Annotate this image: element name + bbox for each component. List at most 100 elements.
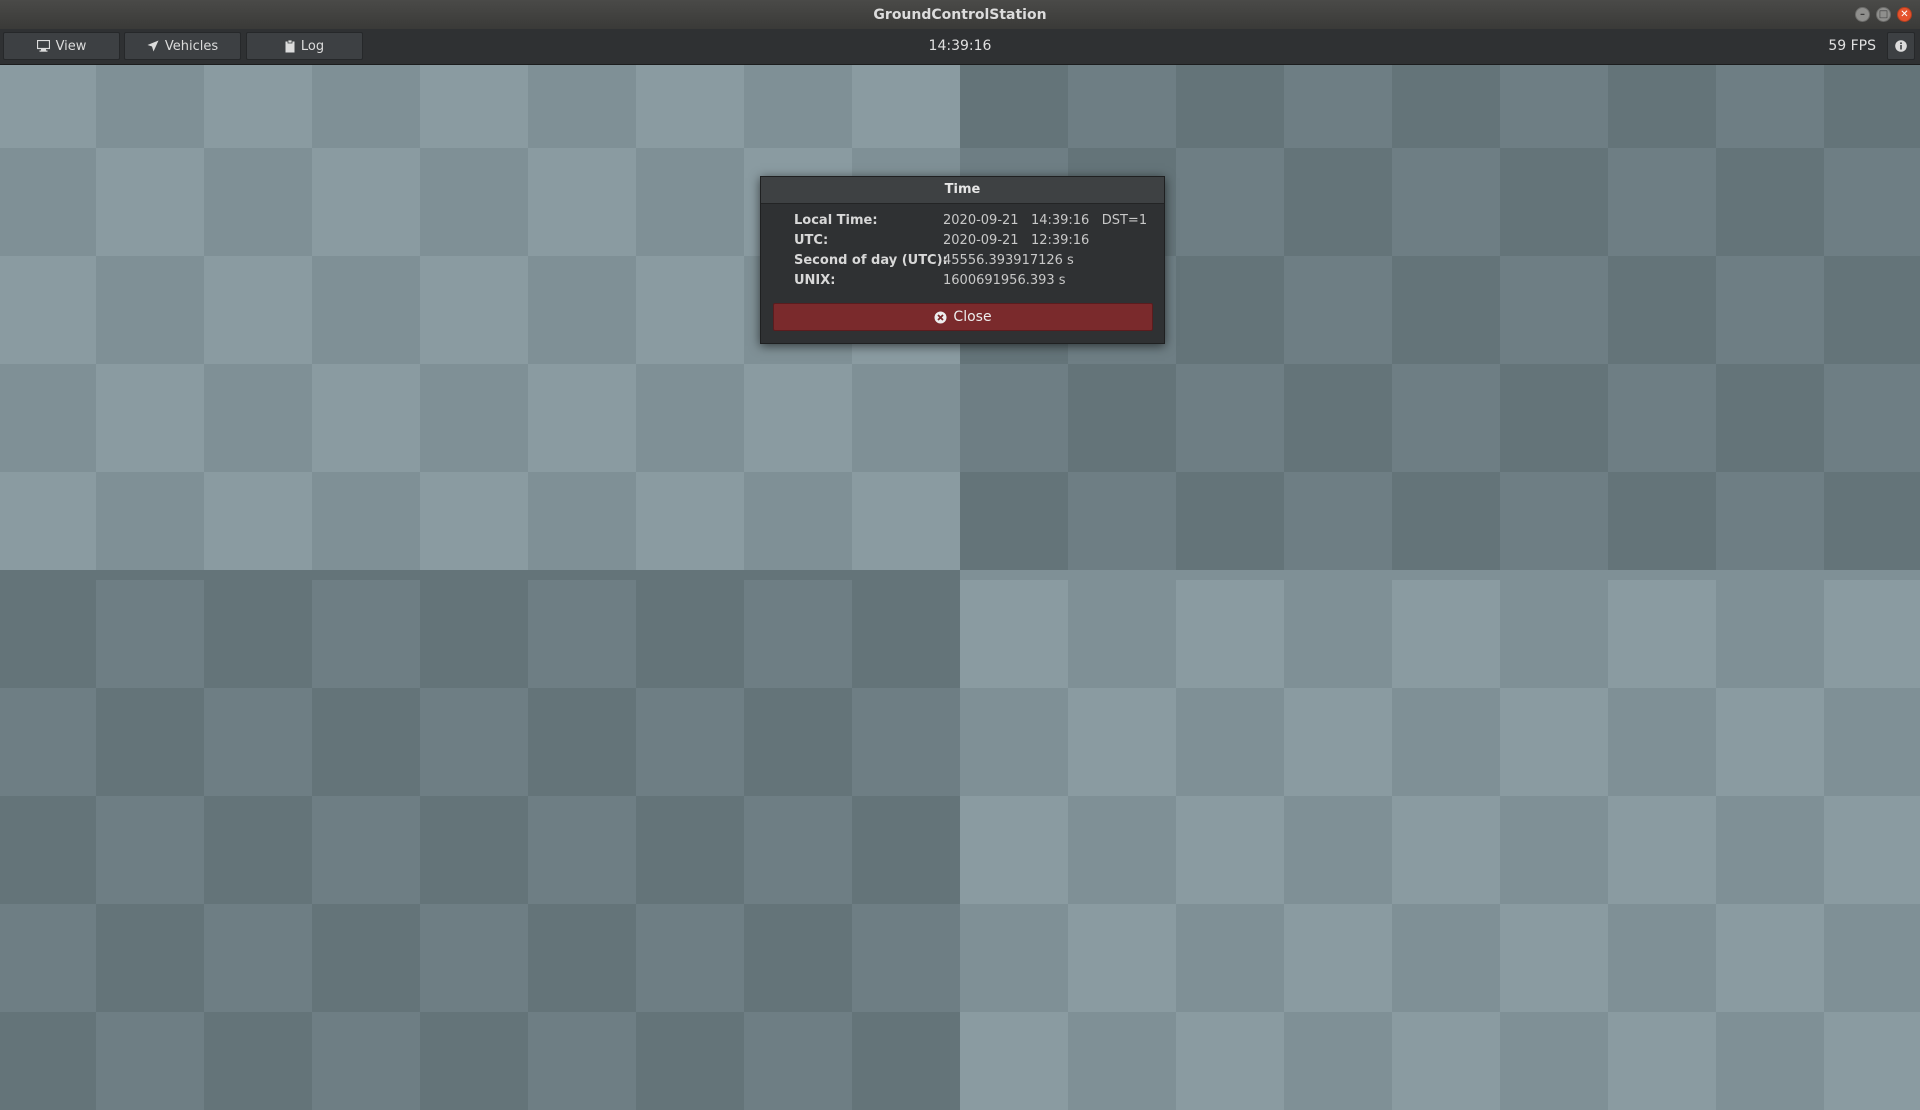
map-tile [852, 65, 960, 148]
info-button[interactable] [1887, 32, 1915, 60]
map-tile [528, 472, 636, 570]
map-tile [204, 256, 312, 364]
utc-label: UTC: [794, 233, 829, 248]
map-tile [744, 796, 852, 904]
map-tile [1284, 148, 1392, 256]
map-tile [420, 148, 528, 256]
map-tile [204, 688, 312, 796]
map-tile [1716, 904, 1824, 1012]
view-button[interactable]: View [3, 32, 120, 60]
map-tile [1716, 364, 1824, 472]
map-tile [1284, 65, 1392, 148]
map-tile [1500, 904, 1608, 1012]
map-tile [1284, 580, 1392, 688]
log-button[interactable]: Log [246, 32, 363, 60]
paper-plane-icon [147, 40, 159, 52]
map-tile [1392, 65, 1500, 148]
map-tile [1608, 364, 1716, 472]
map-tile [1608, 1012, 1716, 1110]
map-tile [744, 904, 852, 1012]
map-tile [420, 1012, 528, 1110]
map-tile [744, 1012, 852, 1110]
maximize-icon[interactable]: □ [1876, 7, 1891, 22]
map-tile [96, 65, 204, 148]
dialog-title[interactable]: Time [761, 177, 1164, 204]
map-tile [204, 65, 312, 148]
map-tile [0, 796, 96, 904]
map-tile [1392, 796, 1500, 904]
local-time-value: 2020-09-21 14:39:16 DST=1 [943, 213, 1148, 228]
map-tile [1824, 796, 1920, 904]
map-tile [1716, 472, 1824, 570]
map-tile [528, 65, 636, 148]
map-tile [636, 580, 744, 688]
time-dialog: Time Local Time: 2020-09-21 14:39:16 DST… [760, 176, 1165, 344]
map-tile [0, 472, 96, 570]
close-button[interactable]: Close [773, 303, 1153, 331]
second-of-day-value: 45556.393917126 s [943, 253, 1074, 268]
map-tile [204, 580, 312, 688]
map-tile [852, 472, 960, 570]
map-tile [312, 796, 420, 904]
map-tile [0, 688, 96, 796]
map-tile [0, 364, 96, 472]
close-label: Close [953, 309, 992, 325]
map-tile [204, 148, 312, 256]
map-tile [1500, 1012, 1608, 1110]
map-tile [1176, 904, 1284, 1012]
window-titlebar[interactable]: GroundControlStation – □ ✕ [0, 0, 1920, 29]
map-tile [420, 688, 528, 796]
map-tile [528, 256, 636, 364]
map-tile [1608, 904, 1716, 1012]
map-tile [1716, 796, 1824, 904]
local-time-row: Local Time: 2020-09-21 14:39:16 DST=1 [794, 211, 1154, 231]
map-tile [1500, 472, 1608, 570]
map-tile [312, 256, 420, 364]
close-icon[interactable]: ✕ [1897, 7, 1912, 22]
map-tile [852, 904, 960, 1012]
window-controls: – □ ✕ [1855, 7, 1912, 22]
unix-value: 1600691956.393 s [943, 273, 1066, 288]
map-tile [1068, 364, 1176, 472]
map-tile [0, 65, 96, 148]
map-tile [96, 148, 204, 256]
monitor-icon [36, 40, 50, 52]
map-tile [1284, 472, 1392, 570]
map-tile [852, 364, 960, 472]
vehicles-button[interactable]: Vehicles [124, 32, 241, 60]
map-tile [1392, 472, 1500, 570]
map-tile [312, 688, 420, 796]
map-tile [960, 580, 1068, 688]
map-tile [744, 688, 852, 796]
map-tile [312, 148, 420, 256]
unix-label: UNIX: [794, 273, 836, 288]
map-tile [636, 904, 744, 1012]
map-tile [312, 1012, 420, 1110]
map-tile [420, 256, 528, 364]
map-tile [1608, 796, 1716, 904]
map-tile [96, 796, 204, 904]
log-label: Log [300, 38, 325, 54]
map-tile [204, 904, 312, 1012]
map-tile [1284, 364, 1392, 472]
minimize-icon[interactable]: – [1855, 7, 1870, 22]
map-tile [1824, 65, 1920, 148]
map-tile [1284, 688, 1392, 796]
map-tile [1824, 256, 1920, 364]
map-tile [528, 1012, 636, 1110]
vehicles-label: Vehicles [164, 38, 219, 54]
map-tile [96, 1012, 204, 1110]
map-tile [96, 688, 204, 796]
map-tile [1176, 65, 1284, 148]
map-tile [636, 148, 744, 256]
map-tile [204, 1012, 312, 1110]
map-tile [744, 364, 852, 472]
map-tile [1392, 364, 1500, 472]
map-tile [960, 688, 1068, 796]
map-tile [636, 256, 744, 364]
map-tile [1176, 148, 1284, 256]
map-tile [0, 256, 96, 364]
map-tile [204, 364, 312, 472]
map-tile [1068, 904, 1176, 1012]
map-tile [636, 1012, 744, 1110]
